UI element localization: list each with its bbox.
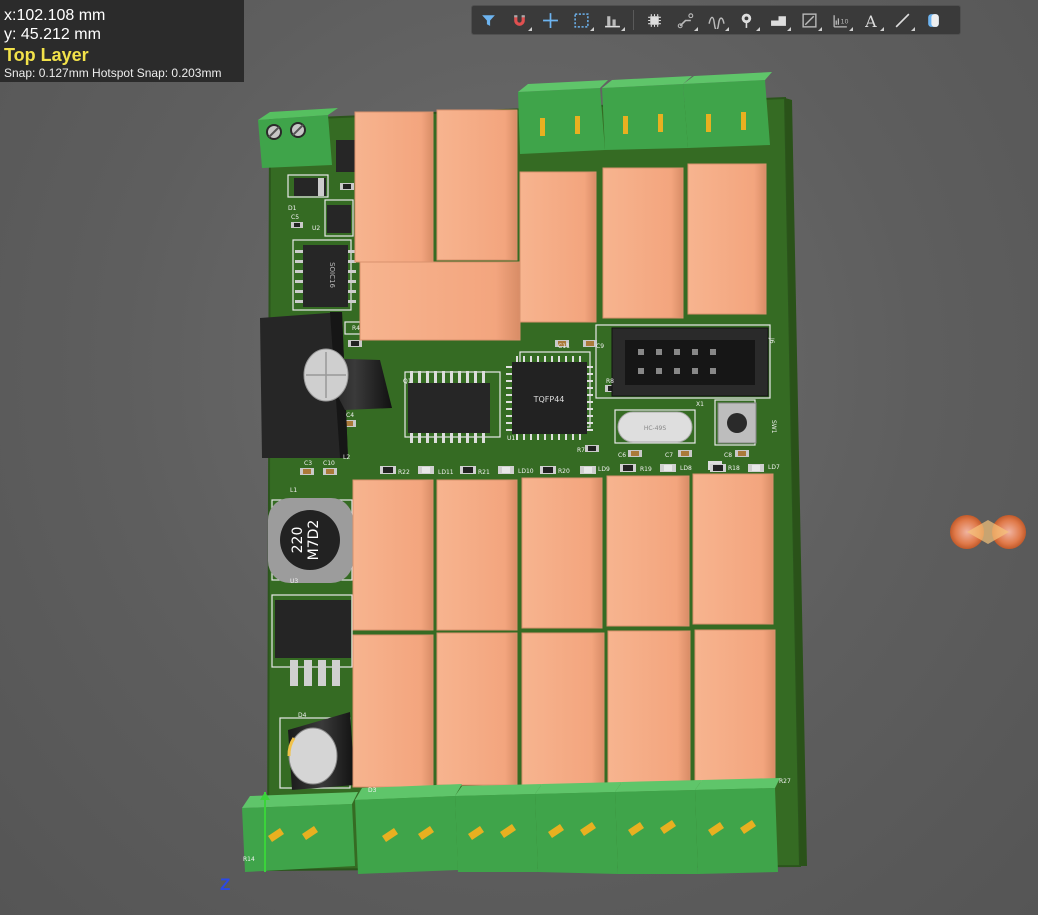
label-c10: C10	[323, 460, 335, 467]
label-c6: C6	[618, 452, 626, 459]
label-l1: L1	[290, 487, 297, 494]
label-c9: C9	[596, 343, 604, 350]
label-r20: R20	[558, 468, 570, 475]
power-terminal-block	[258, 108, 338, 168]
label-x1: X1	[696, 401, 704, 408]
label-ld10: LD10	[518, 468, 534, 475]
label-r8: R8	[606, 378, 614, 385]
inductor-marking-1: 220	[290, 527, 306, 554]
label-ld9: LD9	[598, 466, 610, 473]
label-q1: Q1	[403, 378, 412, 385]
label-d1: D1	[288, 205, 297, 212]
pcb-3d-viewport[interactable]: SOIC16 220 M7D2 TQFP44 HC-49S D1 C5 U2 R…	[0, 0, 1038, 915]
label-l2: L2	[343, 454, 350, 461]
label-r4: R4	[352, 325, 360, 332]
label-r19: R19	[640, 466, 652, 473]
label-d3: D3	[368, 787, 377, 794]
label-u3: U3	[290, 578, 298, 585]
label-r14: R14	[243, 856, 255, 863]
label-c4: C4	[346, 412, 354, 419]
label-r22: R22	[398, 469, 410, 476]
label-c11: C11	[558, 343, 570, 350]
label-r18: R18	[728, 465, 740, 472]
idc-box-header	[611, 327, 769, 397]
label-ld11: LD11	[438, 469, 454, 476]
label-u2: U2	[312, 225, 320, 232]
inductor: 220 M7D2	[268, 498, 353, 583]
label-ld8: LD8	[680, 465, 692, 472]
terminal-blocks-top	[518, 72, 772, 154]
label-r21: R21	[478, 469, 490, 476]
reset-tactile-switch[interactable]	[717, 402, 757, 444]
crystal-marking: HC-49S	[644, 425, 667, 432]
crystal-oscillator: HC-49S	[617, 411, 693, 443]
soic-label: SOIC16	[328, 262, 336, 288]
label-c8: C8	[724, 452, 732, 459]
label-r7: R7	[577, 447, 585, 454]
label-u1: U1	[507, 435, 515, 442]
label-ld7: LD7	[768, 464, 780, 471]
z-axis-label: Z	[220, 875, 231, 894]
inductor-marking-2: M7D2	[306, 520, 322, 561]
label-c3: C3	[304, 460, 312, 467]
label-r27: R27	[779, 778, 791, 785]
tqfp44-mcu: TQFP44	[506, 356, 593, 440]
tqfp-marking: TQFP44	[533, 395, 565, 404]
label-d4: D4	[298, 712, 307, 719]
label-j6: J6	[768, 337, 775, 344]
label-c5: C5	[291, 214, 299, 221]
label-sw1: SW1	[770, 420, 777, 434]
label-c7: C7	[665, 452, 673, 459]
snap-point-marker	[950, 515, 1026, 549]
